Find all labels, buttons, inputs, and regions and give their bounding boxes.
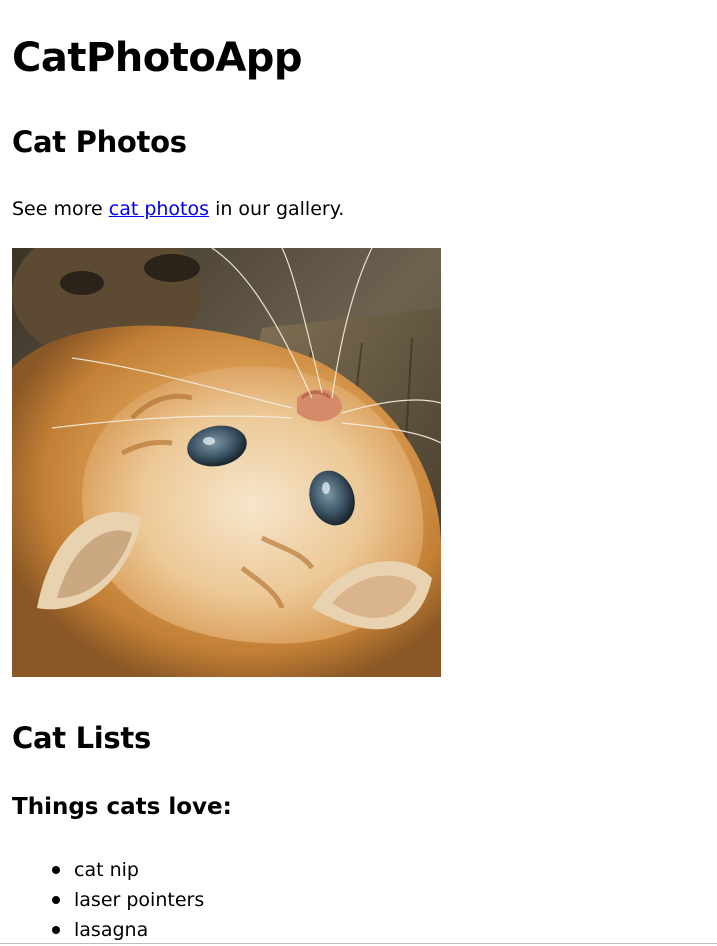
cat-lists-heading: Cat Lists xyxy=(12,721,151,755)
gallery-text-before: See more xyxy=(12,198,109,220)
list-item-text: lasagna xyxy=(74,919,149,941)
gallery-paragraph: See more cat photos in our gallery. xyxy=(12,196,344,222)
bullet-icon xyxy=(52,866,60,874)
cat-photo-image xyxy=(12,248,441,677)
list-item: lasagna xyxy=(52,915,204,945)
cat-photos-heading: Cat Photos xyxy=(12,125,187,159)
list-item: laser pointers xyxy=(52,885,205,915)
cats-love-list: cat nip laser pointers lasagna xyxy=(12,855,204,945)
bullet-icon xyxy=(52,896,60,904)
app-title: CatPhotoApp xyxy=(12,35,303,81)
things-cats-love-heading: Things cats love: xyxy=(12,794,232,820)
list-item: cat nip xyxy=(52,855,204,885)
bullet-icon xyxy=(52,926,60,934)
bottom-divider xyxy=(0,943,717,944)
list-item-text: laser pointers xyxy=(74,889,205,911)
cat-photos-link[interactable]: cat photos xyxy=(109,198,209,220)
gallery-text-after: in our gallery. xyxy=(209,198,345,220)
list-item-text: cat nip xyxy=(74,859,139,881)
